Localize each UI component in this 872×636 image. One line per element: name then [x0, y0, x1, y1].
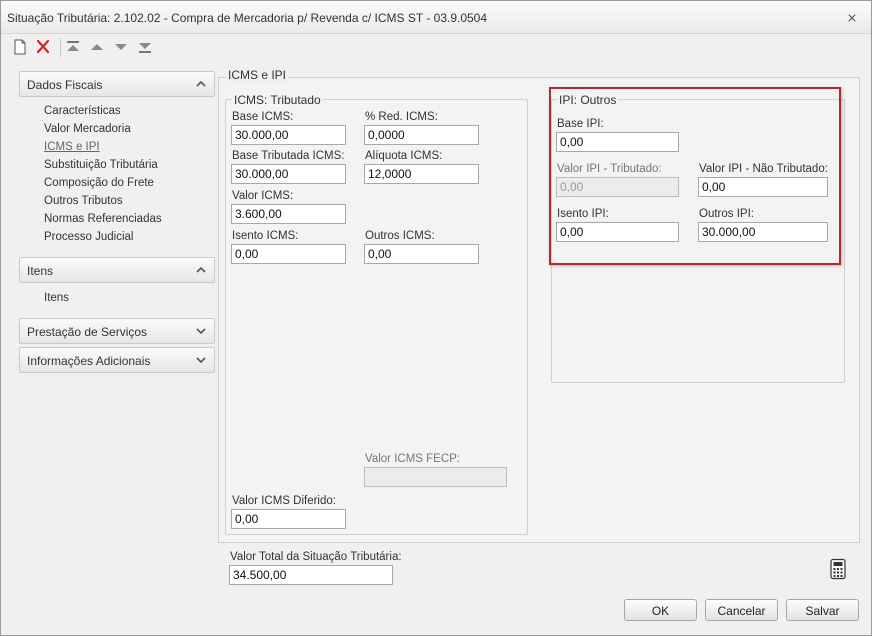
valor-icms-label: Valor ICMS: [232, 190, 294, 202]
chevron-down-icon [194, 351, 208, 369]
save-button[interactable]: Salvar [786, 599, 859, 621]
nav-item-caracteristicas[interactable]: Características [44, 105, 121, 117]
valor-icms-fecp-label: Valor ICMS FECP: [365, 453, 460, 465]
isento-icms-input[interactable] [231, 244, 346, 264]
move-last-icon[interactable] [136, 37, 154, 57]
calculator-icon[interactable] [827, 558, 849, 580]
base-tributada-icms-label: Base Tributada ICMS: [232, 150, 345, 162]
valor-icms-input[interactable] [231, 204, 346, 224]
outros-icms-input[interactable] [364, 244, 479, 264]
close-button[interactable]: ⨯ [843, 9, 861, 27]
valor-total-input[interactable] [229, 565, 393, 585]
valor-icms-diferido-input[interactable] [231, 509, 346, 529]
section-informacoes-adicionais[interactable]: Informações Adicionais [19, 347, 215, 373]
nav-item-icms-ipi[interactable]: ICMS e IPI [44, 141, 100, 153]
chevron-down-icon [194, 322, 208, 340]
ipi-highlight-box [549, 87, 841, 265]
delete-icon[interactable] [34, 37, 52, 57]
valor-total-label: Valor Total da Situação Tributária: [230, 551, 402, 563]
new-document-icon[interactable] [11, 37, 29, 57]
move-first-icon[interactable] [64, 37, 82, 57]
nav-item-composicao-frete[interactable]: Composição do Frete [44, 177, 154, 189]
valor-icms-diferido-label: Valor ICMS Diferido: [232, 495, 336, 507]
section-dados-fiscais[interactable]: Dados Fiscais [19, 71, 215, 97]
base-icms-input[interactable] [231, 125, 346, 145]
toolbar-separator [60, 39, 61, 57]
title-bar: Situação Tributária: 2.102.02 - Compra d… [1, 1, 871, 34]
valor-icms-fecp-input [364, 467, 507, 487]
base-icms-label: Base ICMS: [232, 111, 294, 123]
nav-item-processo-judicial[interactable]: Processo Judicial [44, 231, 133, 243]
move-up-icon[interactable] [88, 37, 106, 57]
section-itens[interactable]: Itens [19, 257, 215, 283]
isento-icms-label: Isento ICMS: [232, 230, 299, 242]
nav-item-valor-mercadoria[interactable]: Valor Mercadoria [44, 123, 131, 135]
chevron-up-icon [194, 75, 208, 93]
red-icms-label: % Red. ICMS: [365, 111, 438, 123]
base-tributada-icms-input[interactable] [231, 164, 346, 184]
nav-item-itens[interactable]: Itens [44, 292, 69, 304]
outros-icms-label: Outros ICMS: [365, 230, 435, 242]
ok-button[interactable]: OK [624, 599, 697, 621]
chevron-up-icon [194, 261, 208, 279]
red-icms-input[interactable] [364, 125, 479, 145]
aliquota-icms-input[interactable] [364, 164, 479, 184]
panel-title: ICMS e IPI [226, 68, 289, 82]
dialog-window: Situação Tributária: 2.102.02 - Compra d… [0, 0, 872, 636]
nav-item-substituicao-tributaria[interactable]: Substituição Tributária [44, 159, 158, 171]
nav-item-outros-tributos[interactable]: Outros Tributos [44, 195, 123, 207]
section-prestacao-servicos[interactable]: Prestação de Serviços [19, 318, 215, 344]
navigation-panel: Dados Fiscais Características Valor Merc… [11, 67, 219, 633]
nav-item-normas-referenciadas[interactable]: Normas Referenciadas [44, 213, 162, 225]
window-title: Situação Tributária: 2.102.02 - Compra d… [7, 11, 488, 25]
move-down-icon[interactable] [112, 37, 130, 57]
aliquota-icms-label: Alíquota ICMS: [365, 150, 443, 162]
cancel-button[interactable]: Cancelar [705, 599, 778, 621]
icms-group-title: ICMS: Tributado [232, 93, 323, 107]
